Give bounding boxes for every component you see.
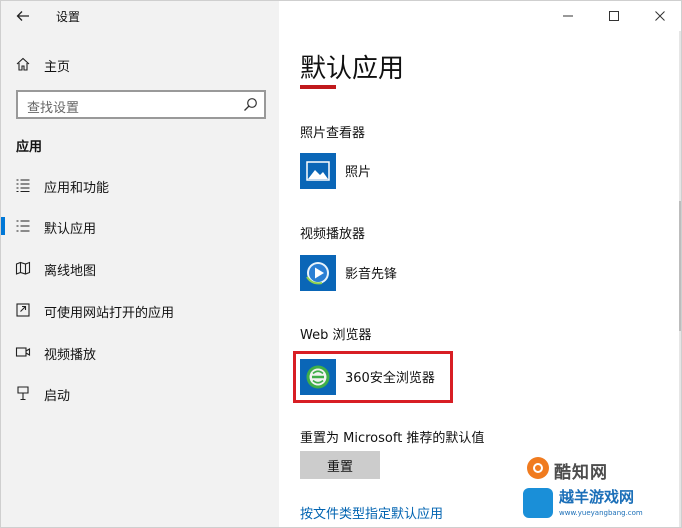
search-input[interactable]: 查找设置: [16, 90, 266, 119]
maximize-icon: [609, 11, 619, 21]
video-playback-icon: [15, 347, 31, 357]
sidebar-item-label: 默认应用: [44, 222, 97, 237]
default-app-label: 照片: [345, 165, 372, 180]
default-app-label: 影音先锋: [345, 267, 398, 282]
apps-for-websites-icon: [16, 303, 30, 317]
sidebar-item-label: 离线地图: [44, 264, 97, 279]
watermark-text: 越羊游戏网: [559, 488, 635, 506]
yueyang-logo-icon: [523, 488, 553, 518]
search-icon: [244, 98, 257, 111]
startup-icon: [17, 386, 29, 401]
back-arrow-icon: [16, 11, 29, 21]
reset-heading: 重置为 Microsoft 推荐的默认值: [300, 431, 485, 446]
title-underline: [300, 85, 336, 89]
minimize-icon: [563, 15, 573, 17]
back-button[interactable]: [11, 4, 35, 28]
category-heading-photo-viewer: 照片查看器: [300, 126, 366, 141]
selection-indicator: [1, 217, 5, 235]
category-heading-web-browser: Web 浏览器: [300, 328, 372, 343]
search-placeholder: 查找设置: [27, 101, 80, 116]
home-icon: [16, 57, 30, 71]
default-app-label: 360安全浏览器: [345, 371, 435, 386]
choose-by-file-type-link[interactable]: 按文件类型指定默认应用: [300, 503, 443, 522]
kuzhi-logo-icon: [527, 457, 549, 479]
category-heading-video-player: 视频播放器: [300, 227, 366, 242]
minimize-button[interactable]: [545, 1, 591, 31]
sidebar-item-label: 主页: [44, 60, 71, 75]
reset-button[interactable]: 重置: [300, 451, 380, 479]
watermark-kuzhi: 酷知网: [527, 457, 647, 483]
sidebar-item-apps-features[interactable]: 应用和功能: [1, 168, 279, 202]
close-button[interactable]: [637, 1, 681, 31]
watermark-url: www.yueyangbang.com: [559, 509, 643, 517]
sidebar-item-video-playback[interactable]: 视频播放: [1, 335, 279, 369]
sidebar: 设置 主页 查找设置 应用 应用和功能 默认应用 离线地图 可使用网站打开的应用…: [1, 1, 279, 527]
sidebar-item-default-apps[interactable]: 默认应用: [1, 209, 279, 243]
sidebar-item-label: 启动: [44, 389, 71, 404]
main-content: 默认应用 照片查看器 照片 视频播放器 影音先锋 Web 浏览器 360安全浏览…: [279, 1, 681, 527]
scrollbar-thumb[interactable]: [679, 201, 681, 331]
apps-features-icon: [16, 179, 30, 193]
offline-maps-icon: [15, 261, 31, 275]
watermark-text: 酷知网: [554, 463, 608, 483]
section-heading: 应用: [16, 140, 43, 155]
window-controls: [545, 1, 681, 31]
maximize-button[interactable]: [591, 1, 637, 31]
video-player-icon: [300, 255, 336, 291]
sidebar-item-label: 视频播放: [44, 348, 97, 363]
sidebar-item-home[interactable]: 主页: [1, 49, 279, 79]
browser-360-icon: [300, 359, 336, 395]
title-bar: 设置: [1, 1, 279, 31]
sidebar-item-label: 可使用网站打开的应用: [44, 306, 175, 321]
photos-icon: [300, 153, 336, 189]
default-apps-icon: [16, 220, 30, 232]
close-icon: [655, 11, 665, 21]
sidebar-item-startup[interactable]: 启动: [1, 376, 279, 410]
settings-window: 设置 主页 查找设置 应用 应用和功能 默认应用 离线地图 可使用网站打开的应用…: [0, 0, 682, 528]
page-title: 默认应用: [300, 54, 405, 84]
sidebar-item-apps-for-websites[interactable]: 可使用网站打开的应用: [1, 293, 279, 327]
watermark-yueyang: 越羊游戏网 www.yueyangbang.com: [523, 484, 681, 526]
sidebar-item-label: 应用和功能: [44, 181, 110, 196]
sidebar-item-offline-maps[interactable]: 离线地图: [1, 251, 279, 285]
app-title: 设置: [56, 10, 81, 24]
